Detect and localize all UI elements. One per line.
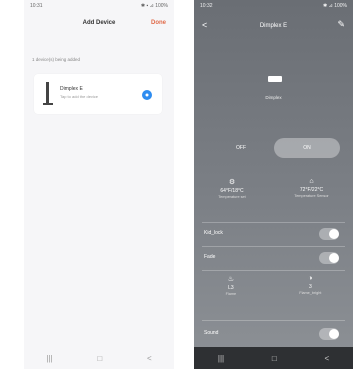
fade-label: Fade xyxy=(204,254,216,260)
temperature-set-stat[interactable]: ⚙ 64°F/18°C Temperature set xyxy=(218,178,245,218)
screenshot-canvas: 10:31 ✱ ▪ ⊿ 100% Add Device Done 1 devic… xyxy=(0,0,353,369)
device-control-screen: 10:32 ✱ ⊿ 100% < Dimplex E ✎ Dimplex OFF… xyxy=(194,0,353,369)
back-icon[interactable]: < xyxy=(147,354,152,363)
divider xyxy=(202,320,345,321)
temperature-sensor-label: Temperature Sensor xyxy=(294,194,329,198)
power-off-button[interactable]: OFF xyxy=(208,138,274,158)
status-bar: 10:31 ✱ ▪ ⊿ 100% xyxy=(24,0,174,12)
toggle-knob xyxy=(329,229,339,239)
edit-icon[interactable]: ✎ xyxy=(337,19,345,30)
done-button[interactable]: Done xyxy=(151,20,166,26)
sound-label: Sound xyxy=(204,330,219,336)
home-temperature-icon: ⌂ xyxy=(309,178,314,185)
heater-icon xyxy=(268,76,282,82)
flame-bright-control[interactable]: ◑ 3 Flame_bright xyxy=(299,275,321,315)
page-title: Dimplex E xyxy=(259,23,288,29)
flame-icon: ♨ xyxy=(227,276,234,283)
fade-row: Fade xyxy=(202,249,345,267)
system-nav-bar: ||| □ < xyxy=(24,347,174,369)
toggle-knob xyxy=(329,253,339,263)
home-icon[interactable]: □ xyxy=(97,354,102,363)
fade-toggle[interactable] xyxy=(319,252,339,264)
temperature-set-value: 64°F/18°C xyxy=(220,188,244,194)
temperature-sensor-stat: ⌂ 72°F/22°C Temperature Sensor xyxy=(294,178,328,218)
device-name: Dimplex E xyxy=(60,86,83,92)
add-device-screen: 10:31 ✱ ▪ ⊿ 100% Add Device Done 1 devic… xyxy=(24,0,174,369)
temperature-stats: ⚙ 64°F/18°C Temperature set ⌂ 72°F/22°C … xyxy=(194,178,353,218)
device-subtitle: Tap to add the device xyxy=(60,94,99,99)
kid-lock-row: Kid_lock xyxy=(202,225,345,243)
header: < Dimplex E ✎ xyxy=(194,18,353,36)
status-time: 10:31 xyxy=(30,3,43,9)
toggle-knob xyxy=(329,329,339,339)
temperature-set-label: Temperature set xyxy=(218,195,246,199)
back-icon[interactable]: < xyxy=(324,354,329,363)
status-right: ✱ ⊿ 100% xyxy=(323,3,347,9)
flame-level-label: Flame xyxy=(225,292,237,296)
power-on-button[interactable]: ON xyxy=(274,138,340,158)
section-label: 1 device(s) being added xyxy=(32,57,81,62)
divider xyxy=(202,246,345,247)
flame-level-control[interactable]: ♨ L3 Flame xyxy=(226,275,237,315)
recent-apps-icon[interactable]: ||| xyxy=(218,354,224,363)
system-nav-bar: ||| □ < xyxy=(194,347,353,369)
recent-apps-icon[interactable]: ||| xyxy=(46,354,52,363)
divider xyxy=(202,270,345,271)
flame-level-value: L3 xyxy=(228,285,234,291)
device-card[interactable]: Dimplex E Tap to add the device xyxy=(34,74,162,114)
heater-label: Dimplex xyxy=(265,95,282,100)
flame-settings: ♨ L3 Flame ◑ 3 Flame_bright xyxy=(194,275,353,315)
divider xyxy=(202,222,345,223)
kid-lock-toggle[interactable] xyxy=(319,228,339,240)
temperature-sensor-value: 72°F/22°C xyxy=(299,187,324,193)
flame-bright-label: Flame_bright xyxy=(299,291,322,295)
sound-toggle[interactable] xyxy=(319,328,339,340)
flame-bright-value: 3 xyxy=(308,284,312,290)
sound-row: Sound xyxy=(202,325,345,343)
power-toggle: OFF ON xyxy=(208,138,340,158)
status-right: ✱ ▪ ⊿ 100% xyxy=(140,3,168,9)
heater-icon xyxy=(43,82,53,105)
brightness-icon: ◑ xyxy=(308,275,313,282)
header: Add Device Done xyxy=(24,14,174,32)
selected-check-icon[interactable] xyxy=(142,90,152,100)
home-icon[interactable]: □ xyxy=(272,354,277,363)
status-bar: 10:32 ✱ ⊿ 100% xyxy=(194,0,353,12)
thermostat-icon: ⚙ xyxy=(228,179,236,186)
kid-lock-label: Kid_lock xyxy=(204,230,223,236)
status-time: 10:32 xyxy=(200,3,213,9)
